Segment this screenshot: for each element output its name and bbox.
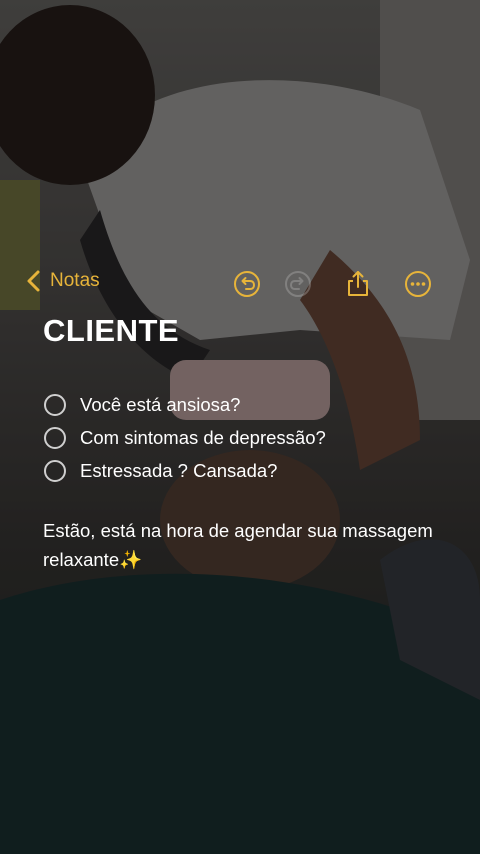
back-label: Notas	[50, 270, 100, 291]
share-button[interactable]	[344, 270, 372, 298]
redo-button[interactable]	[284, 270, 312, 298]
checkbox-circle-icon[interactable]	[44, 459, 66, 482]
more-button[interactable]	[404, 270, 432, 298]
back-button[interactable]: Notas	[24, 268, 100, 294]
redo-icon	[285, 271, 311, 297]
checklist: Você está ansiosa? Com sintomas de depre…	[44, 388, 464, 487]
undo-icon	[234, 271, 260, 297]
checklist-item: Com sintomas de depressão?	[44, 421, 464, 454]
checklist-item: Você está ansiosa?	[44, 388, 464, 421]
notes-toolbar: Notas	[0, 262, 480, 306]
notes-screen: Notas CLIENTE Você está ansiosa? Com sin…	[0, 0, 480, 854]
checklist-item-label[interactable]: Com sintomas de depressão?	[80, 427, 326, 449]
note-body-text: Estão, está na hora de agendar sua massa…	[43, 520, 433, 570]
checkbox-circle-icon[interactable]	[44, 426, 66, 449]
undo-button[interactable]	[233, 270, 261, 298]
share-icon	[348, 271, 368, 296]
checkbox-circle-icon[interactable]	[44, 393, 66, 416]
chevron-left-icon	[27, 270, 40, 292]
more-icon	[405, 271, 431, 297]
checklist-item: Estressada ? Cansada?	[44, 454, 464, 487]
note-body-paragraph[interactable]: Estão, está na hora de agendar sua massa…	[43, 516, 453, 574]
sparkle-icon: ✨	[119, 549, 143, 570]
note-title[interactable]: CLIENTE	[43, 313, 179, 349]
checklist-item-label[interactable]: Estressada ? Cansada?	[80, 460, 277, 482]
checklist-item-label[interactable]: Você está ansiosa?	[80, 394, 240, 416]
